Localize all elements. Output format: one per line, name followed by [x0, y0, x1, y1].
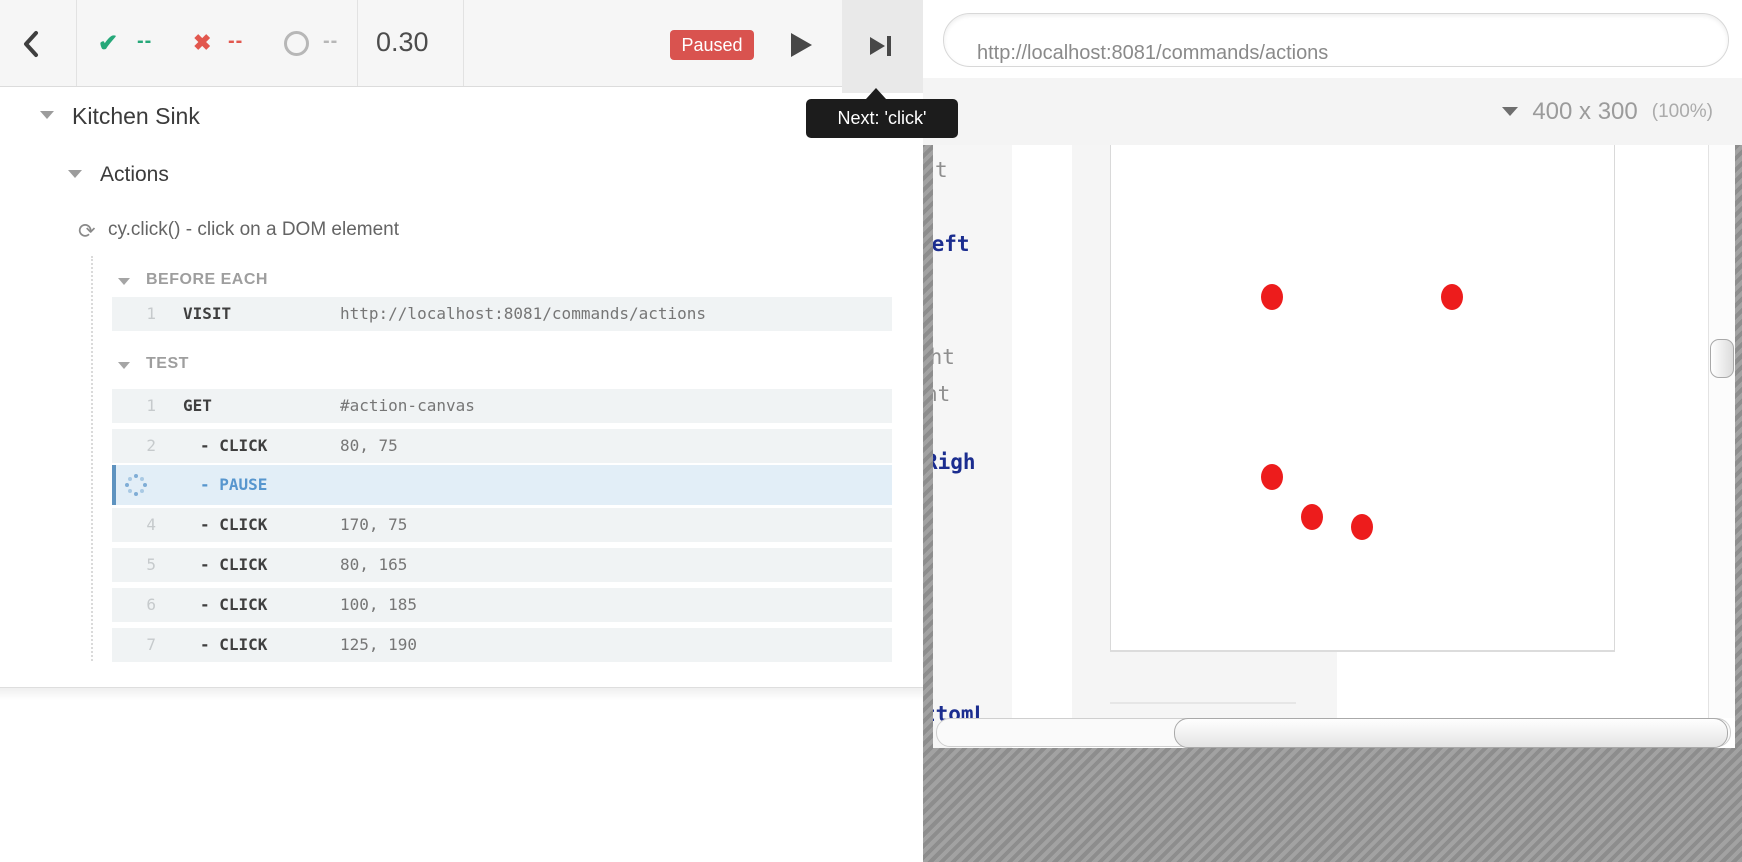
- command-method: VISIT: [183, 304, 231, 323]
- back-button[interactable]: [0, 0, 76, 86]
- vertical-scrollbar-track[interactable]: [1708, 145, 1735, 718]
- test-title[interactable]: cy.click() - click on a DOM element: [108, 219, 399, 241]
- command-number: 7: [134, 635, 156, 654]
- pending-count: --: [323, 30, 338, 53]
- viewport-size[interactable]: 400 x 300: [1532, 98, 1637, 126]
- code-fragment: Righ: [933, 450, 976, 474]
- horizontal-scrollbar-thumb[interactable]: [1174, 718, 1728, 748]
- command-number: 5: [134, 555, 156, 574]
- collapse-caret-icon[interactable]: [68, 170, 82, 178]
- vertical-scrollbar-thumb[interactable]: [1710, 339, 1734, 378]
- address-bar[interactable]: http://localhost:8081/commands/actions: [943, 13, 1729, 67]
- code-fragment: ght: [933, 345, 955, 369]
- command-method: - PAUSE: [200, 475, 267, 494]
- code-fragment: ht: [933, 382, 950, 406]
- action-canvas[interactable]: [1110, 145, 1615, 652]
- viewport-dropdown-caret-icon[interactable]: [1502, 107, 1518, 116]
- failed-x-icon: ✖: [193, 30, 211, 56]
- command-method: - CLICK: [200, 635, 267, 654]
- command-message: 100, 185: [340, 595, 417, 614]
- click-dot: [1351, 514, 1373, 540]
- next-tooltip-label: Next: 'click': [806, 99, 958, 138]
- command-message: 125, 190: [340, 635, 417, 654]
- command-method: - CLICK: [200, 515, 267, 534]
- command-message: http://localhost:8081/commands/actions: [340, 304, 706, 323]
- viewport-info: 400 x 300 (100%): [923, 78, 1713, 145]
- tooltip-arrow: [866, 88, 886, 99]
- resume-button[interactable]: [781, 28, 821, 62]
- app-stage-striped-background: t Left ght ht Righ ttomL: [923, 145, 1742, 862]
- step-forward-icon-bar: [887, 36, 891, 56]
- next-step-button[interactable]: [842, 0, 923, 93]
- command-row-click[interactable]: 6 - CLICK 100, 185: [112, 588, 892, 622]
- toolbar-divider: [357, 0, 358, 86]
- command-method: - CLICK: [200, 436, 267, 455]
- passed-count: --: [137, 30, 152, 53]
- reporter-toolbar: ✔ -- ✖ -- -- 0.30 Paused: [0, 0, 923, 87]
- collapse-caret-icon[interactable]: [118, 278, 130, 285]
- before-each-section-label[interactable]: BEFORE EACH: [146, 271, 268, 289]
- test-timer: 0.30: [376, 27, 429, 58]
- command-row-click[interactable]: 4 - CLICK 170, 75: [112, 508, 892, 542]
- command-method: - CLICK: [200, 555, 267, 574]
- command-number: 1: [134, 396, 156, 415]
- command-number: 1: [134, 304, 156, 323]
- reporter-panel: ✔ -- ✖ -- -- 0.30 Paused Next: 'click' K…: [0, 0, 923, 862]
- command-message: 80, 165: [340, 555, 407, 574]
- click-dot: [1261, 284, 1283, 310]
- paused-badge[interactable]: Paused: [670, 30, 754, 60]
- app-iframe[interactable]: t Left ght ht Righ ttomL: [933, 145, 1735, 748]
- collapse-caret-icon[interactable]: [118, 362, 130, 369]
- test-section-label[interactable]: TEST: [146, 355, 189, 373]
- command-number: 4: [134, 515, 156, 534]
- next-tooltip: Next: 'click': [806, 99, 958, 138]
- viewport-scale: (100%): [1652, 101, 1713, 123]
- command-row-get[interactable]: 1 GET #action-canvas: [112, 389, 892, 423]
- content-divider: [1110, 702, 1296, 704]
- command-row-click[interactable]: 2 - CLICK 80, 75: [112, 429, 892, 463]
- click-dot: [1261, 464, 1283, 490]
- collapse-caret-icon[interactable]: [40, 111, 54, 119]
- command-row-click[interactable]: 7 - CLICK 125, 190: [112, 628, 892, 662]
- step-forward-icon: [870, 37, 885, 55]
- test-running-icon: ⟳: [78, 219, 96, 244]
- command-number: 2: [134, 436, 156, 455]
- viewport-info-band: 400 x 300 (100%): [923, 78, 1742, 145]
- command-number: 6: [134, 595, 156, 614]
- failed-count: --: [228, 30, 243, 53]
- command-message: 170, 75: [340, 515, 407, 534]
- command-method: - CLICK: [200, 595, 267, 614]
- play-icon: [791, 33, 812, 57]
- suite-actions[interactable]: Actions: [100, 163, 169, 187]
- command-row-pause-active[interactable]: - PAUSE: [112, 465, 892, 505]
- code-fragment: Left: [933, 232, 970, 256]
- toolbar-divider: [463, 0, 464, 86]
- reporter-bottom-edge: [0, 687, 923, 700]
- address-bar-url[interactable]: http://localhost:8081/commands/actions: [977, 27, 1697, 79]
- passed-check-icon: ✔: [98, 29, 118, 58]
- test-body-guide-line: [91, 256, 93, 661]
- command-method: GET: [183, 396, 212, 415]
- back-chevron-icon: [22, 30, 40, 58]
- click-dot: [1301, 504, 1323, 530]
- code-column: t Left ght ht Righ ttomL: [933, 145, 1012, 748]
- suite-kitchen-sink[interactable]: Kitchen Sink: [72, 103, 200, 130]
- command-row-visit[interactable]: 1 VISIT http://localhost:8081/commands/a…: [112, 297, 892, 331]
- runner-header: 400 x 300 (100%) http://localhost:8081/c…: [923, 0, 1742, 145]
- command-row-click[interactable]: 5 - CLICK 80, 165: [112, 548, 892, 582]
- toolbar-divider: [76, 0, 77, 86]
- command-message: #action-canvas: [340, 396, 475, 415]
- pause-spinner-icon: [134, 483, 138, 487]
- command-message: 80, 75: [340, 436, 398, 455]
- pending-circle-icon: [284, 31, 309, 56]
- click-dot: [1441, 284, 1463, 310]
- code-fragment: t: [935, 158, 948, 182]
